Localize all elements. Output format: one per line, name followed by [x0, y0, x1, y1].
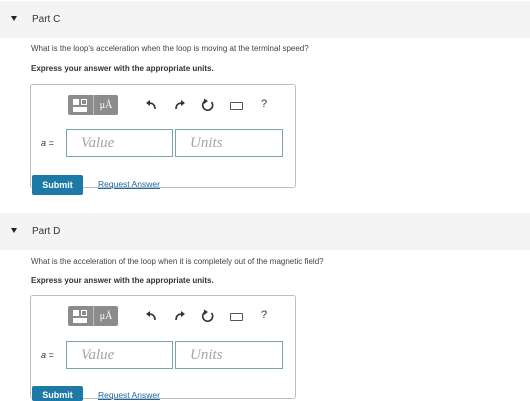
part-c-submit-button[interactable]: Submit — [32, 175, 83, 195]
undo-icon[interactable] — [144, 98, 158, 112]
templates-button[interactable] — [68, 95, 93, 115]
part-c-toolbar: μÅ — [68, 95, 118, 115]
part-d-template-buttons: μÅ — [68, 306, 118, 326]
part-c-instruction: Express your answer with the appropriate… — [31, 64, 214, 73]
caret-down-icon[interactable] — [11, 16, 17, 21]
part-d-title: Part D — [32, 226, 61, 237]
units-button[interactable]: μÅ — [93, 95, 118, 115]
units-button-label: μÅ — [99, 310, 113, 322]
caret-down-icon[interactable] — [11, 228, 17, 233]
redo-icon[interactable] — [173, 98, 187, 112]
help-icon[interactable]: ? — [261, 309, 267, 321]
redo-icon[interactable] — [173, 309, 187, 323]
part-c-header[interactable]: Part C — [0, 1, 530, 38]
part-c-answer-box: μÅ ? a = Value Units — [30, 84, 296, 188]
part-d-instruction: Express your answer with the appropriate… — [31, 276, 214, 285]
undo-icon[interactable] — [144, 309, 158, 323]
part-c-variable-label: a = — [41, 138, 54, 148]
part-d-toolbar: μÅ — [68, 306, 118, 326]
part-d-submit-button[interactable]: Submit — [32, 386, 83, 401]
part-d-request-answer-link[interactable]: Request Answer — [98, 390, 160, 400]
templates-icon — [73, 98, 88, 112]
keyboard-icon[interactable] — [230, 102, 243, 110]
reset-icon[interactable] — [201, 98, 215, 112]
part-c-value-input[interactable]: Value — [66, 129, 173, 157]
part-c-question: What is the loop's acceleration when the… — [31, 44, 309, 53]
part-d-answer-box: μÅ ? a = Value Units — [30, 295, 296, 399]
part-c-template-buttons: μÅ — [68, 95, 118, 115]
templates-button[interactable] — [68, 306, 93, 326]
part-d-question: What is the acceleration of the loop whe… — [31, 257, 324, 266]
part-d-value-input[interactable]: Value — [66, 341, 173, 369]
help-icon[interactable]: ? — [261, 98, 267, 110]
templates-icon — [73, 309, 88, 323]
part-c-units-input[interactable]: Units — [175, 129, 283, 157]
part-d-units-input[interactable]: Units — [175, 341, 283, 369]
part-c-title: Part C — [32, 14, 61, 25]
part-d-variable-label: a = — [41, 350, 54, 360]
part-d-header[interactable]: Part D — [0, 213, 530, 250]
part-c-request-answer-link[interactable]: Request Answer — [98, 179, 160, 189]
reset-icon[interactable] — [201, 309, 215, 323]
units-button-label: μÅ — [99, 99, 113, 111]
units-button[interactable]: μÅ — [93, 306, 118, 326]
keyboard-icon[interactable] — [230, 313, 243, 321]
